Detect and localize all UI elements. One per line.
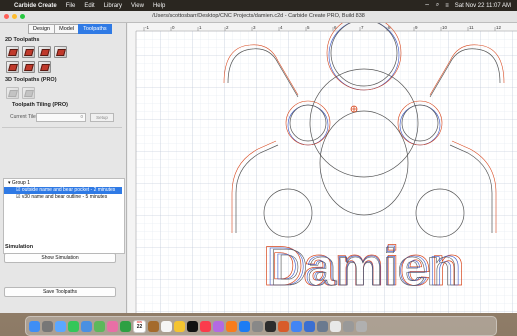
advanced-vcarve-button[interactable] (6, 61, 19, 73)
carbide-create-icon[interactable] (278, 320, 289, 332)
tab-model[interactable]: Model (54, 24, 80, 34)
mode-tabs: Design Model Toolpaths (28, 24, 112, 34)
app-window: /Users/scottosbarr/Desktop/CNC Projects/… (0, 11, 517, 313)
rough-3d-icon (8, 90, 18, 97)
podcasts-icon[interactable] (213, 320, 224, 332)
ruler-tick-label: -1 (145, 25, 149, 30)
save-toolpaths-button[interactable]: Save Toolpaths (4, 287, 116, 297)
tab-toolpaths[interactable]: Toolpaths (78, 24, 112, 34)
toolpath-row[interactable]: ☑ v30 name and bear outline - 5 minutes (4, 194, 122, 201)
messages-icon[interactable] (68, 320, 79, 332)
toolpaths-panel: Design Model Toolpaths 2D Toolpaths 3D T… (0, 23, 127, 313)
dock: NOV 22 (25, 316, 497, 336)
finish-3d-icon (24, 90, 34, 97)
safari-icon[interactable] (55, 320, 66, 332)
finder-icon[interactable] (29, 320, 40, 332)
menu-app-name[interactable]: Carbide Create (14, 3, 57, 9)
chrome-icon[interactable] (291, 320, 302, 332)
ruler-tick-label: 10 (442, 25, 448, 30)
advanced-vcarve-icon (8, 64, 18, 71)
calendar-day: 22 (136, 323, 143, 330)
toolpath-row-selected[interactable]: ☑ outside name and bear pocket - 2 minut… (4, 187, 122, 194)
terminal-icon[interactable] (265, 320, 276, 332)
current-tile-value: 0 (80, 114, 83, 119)
trash-icon[interactable] (356, 320, 367, 332)
section-toolpath-tiling: Toolpath Tiling (PRO) (12, 102, 69, 108)
calendar-icon[interactable]: NOV 22 (133, 319, 146, 333)
group-label: Group 1 (11, 180, 30, 186)
textedit-icon[interactable] (330, 320, 341, 332)
control-center-icon[interactable]: ≡ (445, 3, 449, 9)
launchpad-icon[interactable] (42, 320, 53, 332)
contacts-icon[interactable] (148, 320, 159, 332)
vcarve-icon (56, 49, 66, 56)
photos-icon[interactable] (107, 320, 118, 332)
toolpath-label: v30 name and bear outline - 5 minutes (21, 194, 108, 200)
show-simulation-button[interactable]: Show Simulation (4, 253, 116, 263)
chamfer-icon (40, 64, 50, 71)
menu-file[interactable]: File (66, 3, 76, 9)
books-icon[interactable] (226, 320, 237, 332)
left-ruler (128, 23, 136, 313)
contour-toolpath-button[interactable] (6, 46, 19, 58)
downloads-icon[interactable] (343, 320, 354, 332)
menu-edit[interactable]: Edit (84, 3, 94, 9)
pocket-toolpath-button[interactable] (22, 46, 35, 58)
wifi-icon[interactable]: ⌔ (424, 2, 430, 10)
design-canvas[interactable]: -1012345678910111213 (128, 15, 517, 313)
toolpath-label: outside name and bear pocket - 2 minutes (21, 187, 116, 193)
rough-3d-button[interactable] (6, 87, 19, 99)
menubar-status-area: ⌔ ⌕ ≡ Sat Nov 22 11:07 AM (424, 2, 517, 10)
section-3d-toolpaths: 3D Toolpaths (PRO) (5, 77, 57, 83)
texture-icon (24, 64, 34, 71)
divider (2, 127, 122, 128)
mail-icon[interactable] (81, 320, 92, 332)
title-bar: /Users/scottosbarr/Desktop/CNC Projects/… (0, 11, 517, 23)
chamfer-toolpath-button[interactable] (38, 61, 51, 73)
top-ruler (128, 23, 517, 31)
name-outline: Damien (270, 239, 458, 297)
notes-icon[interactable] (174, 320, 185, 332)
apple-tv-icon[interactable] (187, 320, 198, 332)
reminders-icon[interactable] (161, 320, 172, 332)
menu-bar: Carbide Create File Edit Library View He… (0, 0, 517, 11)
toolpath-group-row[interactable]: ▾ Group 1 (4, 180, 122, 187)
menu-library[interactable]: Library (104, 3, 122, 9)
menubar-clock[interactable]: Sat Nov 22 11:07 AM (455, 3, 511, 9)
tab-design[interactable]: Design (28, 24, 56, 34)
section-2d-toolpaths: 2D Toolpaths (5, 37, 40, 43)
pocket-icon (24, 49, 34, 56)
zoom-app-icon[interactable] (304, 320, 315, 332)
vcarve-toolpath-button[interactable] (54, 46, 67, 58)
contour-icon (8, 49, 18, 56)
system-settings-icon[interactable] (252, 320, 263, 332)
ruler-tick-label: 11 (469, 25, 474, 30)
drill-icon (40, 49, 50, 56)
music-icon[interactable] (200, 320, 211, 332)
finish-3d-button[interactable] (22, 87, 35, 99)
menu-help[interactable]: Help (153, 3, 165, 9)
window-title: /Users/scottosbarr/Desktop/CNC Projects/… (152, 13, 365, 19)
current-tile-field[interactable]: 0 (36, 113, 86, 122)
app-store-icon[interactable] (239, 320, 250, 332)
menu-view[interactable]: View (131, 3, 144, 9)
current-tile-label: Current Tile (10, 114, 36, 120)
facetime-icon[interactable] (120, 320, 131, 332)
canvas-drawing[interactable]: -1012345678910111213 (128, 15, 517, 313)
ruler-tick-label: 12 (496, 25, 502, 30)
tiling-setup-button[interactable]: Setup (90, 113, 114, 122)
drill-toolpath-button[interactable] (38, 46, 51, 58)
maps-icon[interactable] (94, 320, 105, 332)
section-simulation: Simulation (5, 244, 34, 250)
preview-icon[interactable] (317, 320, 328, 332)
origin-marker (350, 105, 358, 113)
search-icon[interactable]: ⌕ (436, 2, 439, 9)
toolpath-list[interactable]: ▾ Group 1 ☑ outside name and bear pocket… (3, 178, 125, 254)
texture-toolpath-button[interactable] (22, 61, 35, 73)
